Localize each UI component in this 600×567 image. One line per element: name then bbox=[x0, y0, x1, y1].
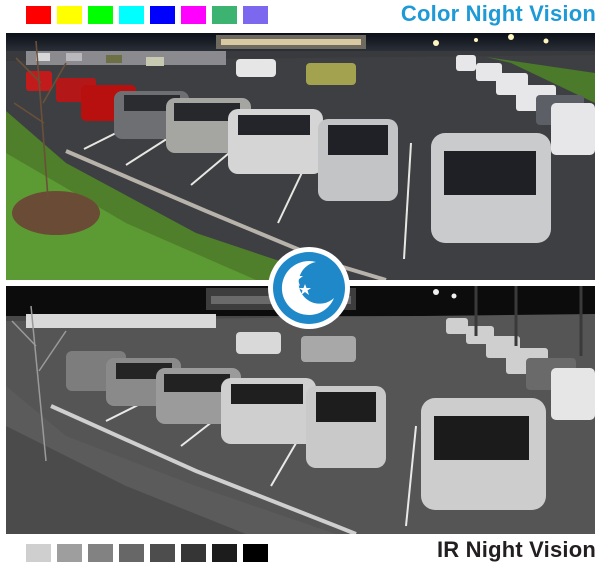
color-swatch bbox=[119, 6, 144, 24]
color-swatch bbox=[181, 6, 206, 24]
gray-swatch bbox=[150, 544, 175, 562]
gray-swatch bbox=[57, 544, 82, 562]
gray-swatch bbox=[26, 544, 51, 562]
gray-swatch bbox=[119, 544, 144, 562]
color-swatch bbox=[212, 6, 237, 24]
gray-swatch bbox=[243, 544, 268, 562]
color-swatch bbox=[57, 6, 82, 24]
color-night-vision-title: Color Night Vision bbox=[400, 1, 596, 26]
ir-night-vision-title: IR Night Vision bbox=[436, 537, 596, 562]
color-swatch-row bbox=[26, 6, 268, 24]
moon-stars-icon bbox=[267, 246, 351, 330]
gray-swatch bbox=[212, 544, 237, 562]
color-swatch bbox=[150, 6, 175, 24]
gray-swatch bbox=[88, 544, 113, 562]
color-swatch bbox=[88, 6, 113, 24]
grayscale-swatch-row bbox=[26, 544, 268, 562]
color-swatch bbox=[243, 6, 268, 24]
color-night-vision-photo bbox=[6, 33, 595, 280]
color-parking-lot-image bbox=[6, 33, 595, 280]
color-swatch bbox=[26, 6, 51, 24]
gray-swatch bbox=[181, 544, 206, 562]
